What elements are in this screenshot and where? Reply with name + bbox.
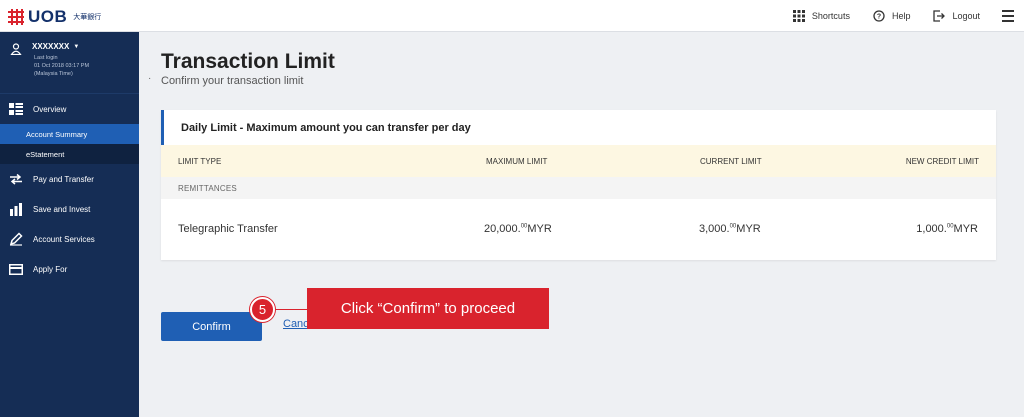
card-header: Daily Limit - Maximum amount you can tra… [161,110,996,145]
sidebar-item-label: Apply For [33,264,68,274]
sidebar-item-account-services[interactable]: Account Services [0,224,139,254]
invest-icon [8,202,24,216]
table-header: LIMIT TYPE MAXIMUM LIMIT CURRENT LIMIT N… [161,145,996,177]
column-header-limit-type: LIMIT TYPE [178,156,222,166]
transfer-icon [8,172,24,186]
last-login-label: Last login [34,55,58,61]
shortcuts-label: Shortcuts [811,11,850,21]
user-profile[interactable]: XXXXXXX ▼ Last login 01 Oct 2018 03:17 P… [0,32,139,94]
timezone-label: (Malaysia Time) [34,71,73,77]
instruction-callout: Click “Confirm” to proceed [307,288,549,329]
daily-limit-card: Daily Limit - Maximum amount you can tra… [161,110,996,260]
last-login-time: 01 Oct 2018 03:17 PM [34,63,90,69]
sidebar-item-pay-and-transfer[interactable]: Pay and Transfer [0,164,139,194]
chevron-down-icon: ▼ [73,43,80,50]
sidebar-item-estatement[interactable]: eStatement [0,144,139,164]
brand-name: UOB [28,7,68,26]
column-header-maximum-limit: MAXIMUM LIMIT [486,156,548,166]
help-button[interactable]: ? Help [872,9,911,23]
user-icon [10,42,22,56]
sidebar-item-label: Pay and Transfer [33,174,94,184]
table-row: Telegraphic Transfer 20,000.00MYR 3,000.… [161,199,996,260]
sidebar-item-overview[interactable]: Overview [0,94,139,124]
uob-logo[interactable]: UOB 大華銀行 [8,7,101,27]
callout-connector [275,309,308,310]
sidebar: XXXXXXX ▼ Last login 01 Oct 2018 03:17 P… [0,32,139,417]
sidebar-item-apply-for[interactable]: Apply For [0,254,139,284]
page-title: Transaction Limit [161,50,335,73]
help-label: Help [891,11,911,21]
confirm-button[interactable]: Confirm [161,312,262,341]
new-credit-limit-value[interactable]: 1,000.00MYR [916,223,978,235]
sidebar-item-save-and-invest[interactable]: Save and Invest [0,194,139,224]
grid-icon [792,9,806,23]
step-number-badge: 5 [250,297,275,322]
card-icon [8,262,24,276]
svg-text:?: ? [877,14,881,21]
pencil-icon [8,232,24,246]
column-header-new-credit-limit: NEW CREDIT LIMIT [905,156,979,166]
user-name[interactable]: XXXXXXX ▼ [32,42,89,51]
limit-type-value: Telegraphic Transfer [178,223,278,235]
sidebar-item-label: eStatement [26,149,65,159]
sidebar-item-label: Account Summary [26,129,88,139]
logout-label: Logout [952,11,980,21]
shortcuts-button[interactable]: Shortcuts [792,9,850,23]
top-bar: UOB 大華銀行 Shortcuts ? Help Logout [0,0,1024,32]
help-icon: ? [872,9,886,23]
sidebar-item-label: Save and Invest [33,204,91,214]
overview-icon [8,102,24,116]
column-header-current-limit: CURRENT LIMIT [700,156,762,166]
sidebar-item-account-summary[interactable]: Account Summary [0,124,139,144]
brand-chinese-name: 大華銀行 [73,14,102,21]
sidebar-item-label: Account Services [33,234,95,244]
logout-button[interactable]: Logout [932,9,980,23]
section-remittances: REMITTANCES [161,177,996,199]
maximum-limit-value: 20,000.00MYR [484,223,552,235]
decorative-dot: · [148,73,152,84]
uob-logo-mark-icon [8,9,24,25]
logout-icon [932,9,946,23]
hamburger-icon[interactable] [1002,10,1014,22]
sidebar-item-label: Overview [33,104,67,114]
current-limit-value: 3,000.00MYR [699,223,761,235]
page-subtitle: Confirm your transaction limit [161,75,304,87]
